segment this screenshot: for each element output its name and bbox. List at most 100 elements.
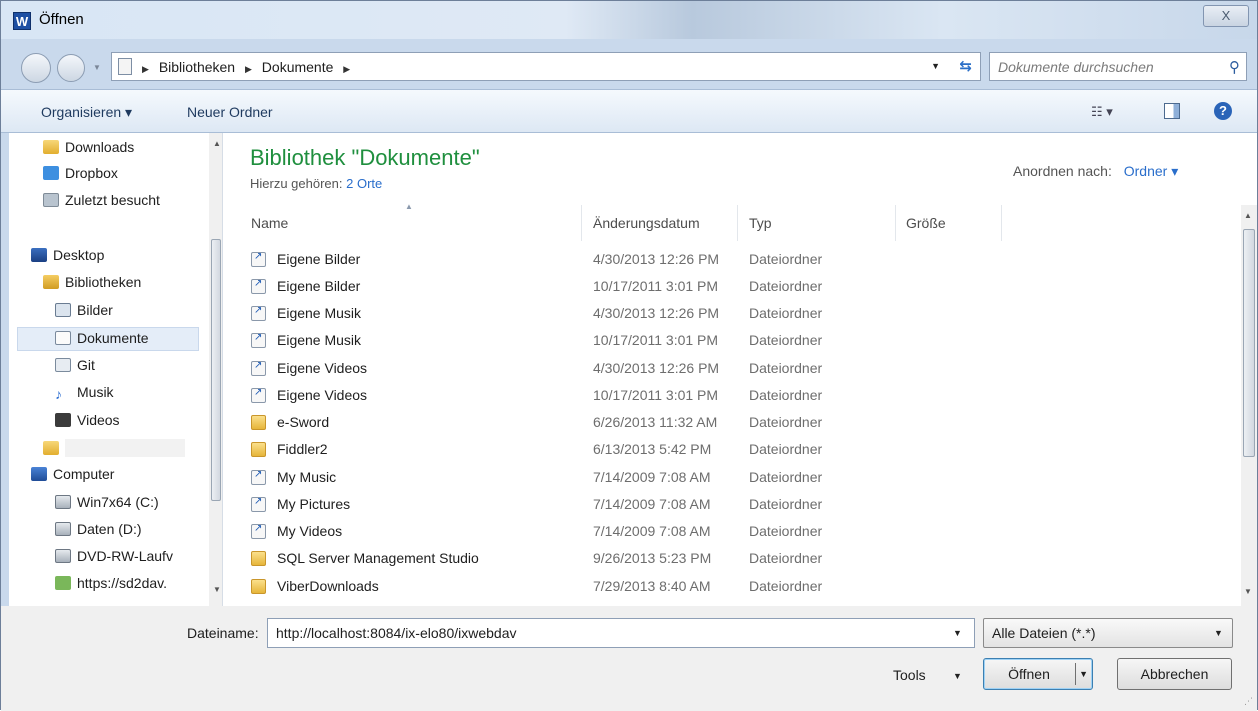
sidebar-item-downloads[interactable]: Downloads xyxy=(43,139,134,163)
close-button[interactable]: X xyxy=(1203,5,1249,27)
library-includes: Hierzu gehören: 2 Orte xyxy=(250,176,383,191)
file-row[interactable]: My Music 7/14/2009 7:08 AM Dateiordner xyxy=(223,465,1223,492)
includes-locations-link[interactable]: 2 Orte xyxy=(346,176,382,191)
shortcut-icon xyxy=(251,469,266,485)
file-row[interactable]: My Pictures 7/14/2009 7:08 AM Dateiordne… xyxy=(223,492,1223,519)
file-date: 7/29/2013 8:40 AM xyxy=(593,578,711,594)
file-type: Dateiordner xyxy=(749,251,823,267)
split-divider xyxy=(1075,663,1076,685)
file-row[interactable]: Eigene Bilder 4/30/2013 12:26 PM Dateior… xyxy=(223,247,1223,274)
organize-button[interactable]: Organisieren ▾ xyxy=(41,104,132,121)
column-divider[interactable] xyxy=(895,205,896,241)
file-row[interactable]: Eigene Videos 4/30/2013 12:26 PM Dateior… xyxy=(223,356,1223,383)
sidebar-item-music[interactable]: ♪ Musik xyxy=(55,384,114,408)
file-date: 6/13/2013 5:42 PM xyxy=(593,441,712,457)
filename-field[interactable]: http://localhost:8084/ix-elo80/ixwebdav xyxy=(267,618,975,648)
file-row[interactable]: Fiddler2 6/13/2013 5:42 PM Dateiordner xyxy=(223,437,1223,464)
sidebar-item-git[interactable]: Git xyxy=(55,357,95,381)
address-dropdown-icon[interactable]: ▼ xyxy=(931,61,940,71)
sort-ascending-icon: ▲ xyxy=(405,202,413,211)
file-row[interactable]: e-Sword 6/26/2013 11:32 AM Dateiordner xyxy=(223,410,1223,437)
sidebar-item-libraries[interactable]: Bibliotheken xyxy=(43,274,141,298)
column-divider[interactable] xyxy=(737,205,738,241)
file-row[interactable]: Eigene Videos 10/17/2011 3:01 PM Dateior… xyxy=(223,383,1223,410)
breadcrumb-separator-icon[interactable]: ▶ xyxy=(245,64,252,74)
sidebar-item-dvd[interactable]: DVD-RW-Laufv xyxy=(55,548,173,572)
open-button[interactable]: Öffnen ▼ xyxy=(983,658,1093,690)
column-divider[interactable] xyxy=(581,205,582,241)
refresh-icon[interactable]: ⇆ xyxy=(959,57,972,75)
network-drive-icon xyxy=(55,576,71,590)
sidebar-item-documents[interactable]: Dokumente xyxy=(17,327,199,351)
file-name: ViberDownloads xyxy=(277,578,379,594)
sidebar-item-pictures[interactable]: Bilder xyxy=(55,302,113,326)
change-view-icon[interactable]: ☷ ▾ xyxy=(1091,104,1113,120)
preview-pane-icon[interactable] xyxy=(1164,103,1180,119)
file-date: 7/14/2009 7:08 AM xyxy=(593,496,711,512)
tools-button[interactable]: Tools xyxy=(893,667,926,683)
file-name: Eigene Videos xyxy=(277,360,368,376)
column-header-name[interactable]: Name xyxy=(251,215,581,243)
sidebar-item-recent[interactable]: Zuletzt besucht xyxy=(43,192,160,216)
file-type-filter[interactable]: Alle Dateien (*.*) xyxy=(983,618,1233,648)
search-icon[interactable]: ⚲ xyxy=(1229,58,1240,76)
file-date: 9/26/2013 5:23 PM xyxy=(593,550,712,566)
search-input[interactable]: Dokumente durchsuchen xyxy=(998,59,1154,75)
column-header-type[interactable]: Typ xyxy=(749,215,889,243)
file-row[interactable]: Eigene Musik 10/17/2011 3:01 PM Dateiord… xyxy=(223,328,1223,355)
sidebar-item-videos[interactable]: Videos xyxy=(55,412,120,436)
address-bar[interactable]: ▶ Bibliotheken ▶ Dokumente ▶ ▼ ⇆ xyxy=(111,52,981,81)
file-row[interactable]: ViberDownloads 7/29/2013 8:40 AM Dateior… xyxy=(223,574,1223,601)
file-row[interactable]: SQL Server Management Studio 9/26/2013 5… xyxy=(223,546,1223,573)
column-header-date[interactable]: Änderungsdatum xyxy=(593,215,735,243)
breadcrumb-separator-icon[interactable]: ▶ xyxy=(142,64,149,74)
sidebar-item-computer[interactable]: Computer xyxy=(31,466,114,490)
file-list-scrollbar-thumb[interactable] xyxy=(1243,229,1255,457)
file-row[interactable]: My Videos 7/14/2009 7:08 AM Dateiordner xyxy=(223,519,1223,546)
back-button[interactable] xyxy=(21,53,51,83)
forward-button[interactable] xyxy=(57,54,85,82)
help-icon[interactable]: ? xyxy=(1214,102,1232,120)
breadcrumb-documents[interactable]: Dokumente xyxy=(262,59,334,75)
file-type: Dateiordner xyxy=(749,360,823,376)
sidebar-item-network[interactable]: https://sd2dav. xyxy=(55,575,167,599)
sidebar-item-drive-d[interactable]: Daten (D:) xyxy=(55,521,142,545)
sidebar-item-user[interactable] xyxy=(43,439,185,463)
scroll-down-icon[interactable]: ▼ xyxy=(1244,587,1252,596)
music-library-icon: ♪ xyxy=(55,386,62,402)
cancel-button[interactable]: Abbrechen xyxy=(1117,658,1232,690)
filter-dropdown-icon[interactable]: ▼ xyxy=(1214,628,1223,638)
file-type: Dateiordner xyxy=(749,578,823,594)
recent-pages-dropdown-icon[interactable]: ▼ xyxy=(93,63,101,72)
file-type: Dateiordner xyxy=(749,523,823,539)
navigation-scrollbar-thumb[interactable] xyxy=(211,239,221,501)
scroll-up-icon[interactable]: ▲ xyxy=(213,139,221,148)
file-type: Dateiordner xyxy=(749,441,823,457)
scroll-up-icon[interactable]: ▲ xyxy=(1244,211,1252,220)
file-date: 10/17/2011 3:01 PM xyxy=(593,332,719,348)
sidebar-item-dropbox[interactable]: Dropbox xyxy=(43,165,118,189)
file-row[interactable]: Eigene Musik 4/30/2013 12:26 PM Dateiord… xyxy=(223,301,1223,328)
recent-places-icon xyxy=(43,193,59,207)
tools-dropdown-icon[interactable]: ▼ xyxy=(953,671,962,681)
file-name: Eigene Bilder xyxy=(277,251,361,267)
file-list-pane: Bibliothek "Dokumente" Hierzu gehören: 2… xyxy=(223,133,1257,606)
breadcrumb-libraries[interactable]: Bibliotheken xyxy=(159,59,235,75)
new-folder-button[interactable]: Neuer Ordner xyxy=(187,104,273,120)
filename-dropdown-icon[interactable]: ▼ xyxy=(953,628,962,638)
file-row[interactable]: Eigene Bilder 10/17/2011 3:01 PM Dateior… xyxy=(223,274,1223,301)
column-header-size[interactable]: Größe xyxy=(906,215,996,243)
file-type: Dateiordner xyxy=(749,550,823,566)
search-box[interactable]: Dokumente durchsuchen ⚲ xyxy=(989,52,1247,81)
scroll-down-icon[interactable]: ▼ xyxy=(213,585,221,594)
resize-grip-icon[interactable]: ⋰ xyxy=(1244,696,1253,707)
arrange-by-dropdown[interactable]: Ordner ▾ xyxy=(1124,163,1179,179)
computer-icon xyxy=(31,467,47,481)
column-divider[interactable] xyxy=(1001,205,1002,241)
documents-location-icon xyxy=(118,58,132,75)
breadcrumb-separator-icon[interactable]: ▶ xyxy=(343,64,350,74)
sidebar-item-desktop[interactable]: Desktop xyxy=(31,247,104,271)
open-options-dropdown-icon[interactable]: ▼ xyxy=(1079,659,1088,689)
sidebar-item-drive-c[interactable]: Win7x64 (C:) xyxy=(55,494,159,518)
folder-icon xyxy=(251,551,266,566)
